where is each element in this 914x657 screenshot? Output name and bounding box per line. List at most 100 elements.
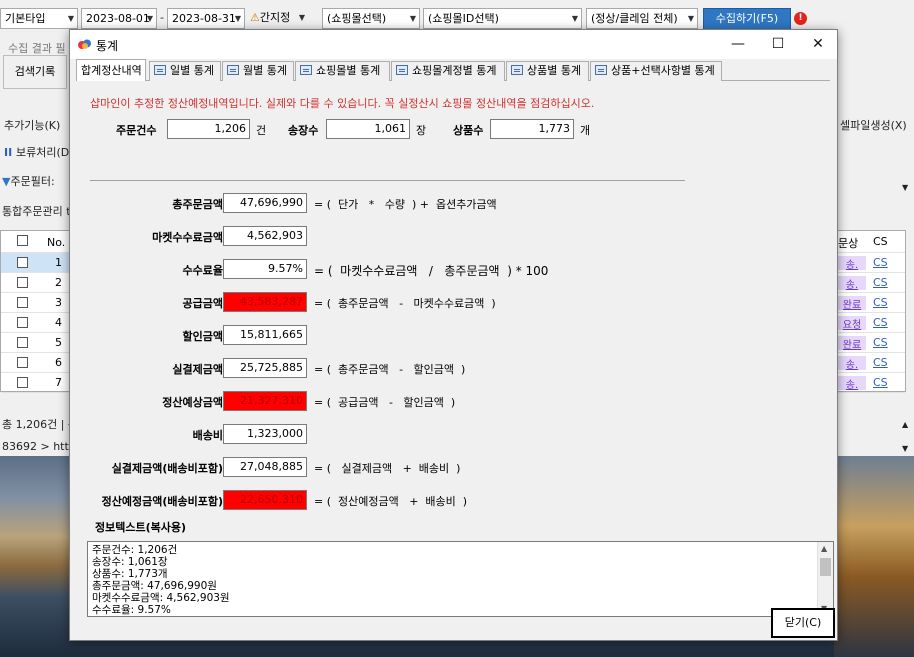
period-select[interactable]: ⚠간지정 ▼ xyxy=(246,8,308,29)
row-status[interactable]: 송. xyxy=(838,276,866,291)
table-row[interactable]: 5 xyxy=(1,333,69,353)
row-checkbox[interactable] xyxy=(17,317,28,328)
table-row[interactable]: 7 xyxy=(1,373,69,393)
tab-label: 상품+선택사항별 통계 xyxy=(611,64,715,77)
tab-mall-stats[interactable]: 쇼핑몰별 통계 xyxy=(295,61,390,81)
row-cs-link[interactable]: CS xyxy=(873,376,888,389)
shopping-mall-id-select[interactable]: (쇼핑몰ID선택) ▼ xyxy=(423,8,582,29)
date-from-field[interactable]: 2023-08-01 ▼ xyxy=(81,8,157,29)
order-count-label: 주문건수 xyxy=(116,124,157,137)
search-history-button[interactable]: 검색기록 xyxy=(3,55,67,89)
calc-row-value[interactable]: 47,696,990 xyxy=(223,193,307,213)
row-status[interactable]: 송. xyxy=(838,376,866,391)
tab-daily-stats[interactable]: 일별 통계 xyxy=(149,61,221,81)
calc-row-value[interactable]: 21,327,310 xyxy=(223,391,307,411)
close-button[interactable]: 닫기(C) xyxy=(771,608,835,638)
row-status[interactable]: 요청 xyxy=(838,316,866,331)
alert-icon[interactable]: ! xyxy=(794,12,807,25)
table-row[interactable]: 4 xyxy=(1,313,69,333)
date-to-field[interactable]: 2023-08-31 ▼ xyxy=(167,8,245,29)
hold-process-button[interactable]: II 보류처리(D xyxy=(4,144,69,160)
shopping-mall-select[interactable]: (쇼핑몰선택) ▼ xyxy=(322,8,420,29)
pause-icon: II xyxy=(4,146,17,159)
info-scrollbar[interactable]: ▲ ▼ xyxy=(817,542,833,616)
table-row[interactable]: 2 xyxy=(1,273,69,293)
scroll-up-icon[interactable]: ▲ xyxy=(902,420,908,429)
minimize-button[interactable]: — xyxy=(718,30,758,59)
tab-product-option-stats[interactable]: 상품+선택사항별 통계 xyxy=(590,61,722,81)
chevron-down-icon: ▼ xyxy=(67,14,74,23)
scroll-down-icon[interactable]: ▼ xyxy=(902,444,908,453)
order-count-unit: 건 xyxy=(256,124,267,137)
row-checkbox[interactable] xyxy=(17,277,28,288)
calc-row-value[interactable]: 4,562,903 xyxy=(223,226,307,246)
row-checkbox[interactable] xyxy=(17,357,28,368)
select-all-checkbox[interactable] xyxy=(17,235,28,246)
table-row[interactable]: 1 xyxy=(1,253,69,273)
claim-status-select[interactable]: (정상/클레임 전체) ▼ xyxy=(586,8,698,29)
row-cs-link[interactable]: CS xyxy=(873,356,888,369)
calc-row-value[interactable]: 43,583,287 xyxy=(223,292,307,312)
row-cs-link[interactable]: CS xyxy=(873,316,888,329)
table-row[interactable]: 송. CS xyxy=(836,253,905,273)
tab-monthly-stats[interactable]: 월별 통계 xyxy=(222,61,294,81)
row-cs-link[interactable]: CS xyxy=(873,336,888,349)
info-text-content[interactable]: 주문건수: 1,206건 송장수: 1,061장 상품수: 1,773개 총주문금액:… xyxy=(92,544,230,616)
extra-features-menu[interactable]: 추가기능(K) xyxy=(4,117,60,133)
row-number: 7 xyxy=(55,376,62,389)
grid-right-rows: 송. CS 송. CS 완료 CS 요청 CS 완료 CS 송. CS 송. CS xyxy=(836,253,905,393)
calc-row-formula: = ( 단가 * 수량 ) + 옵션추가금액 xyxy=(314,198,497,211)
maximize-button[interactable]: ☐ xyxy=(758,30,798,59)
scroll-down-icon[interactable]: ▼ xyxy=(902,183,908,192)
row-checkbox[interactable] xyxy=(17,337,28,348)
info-text-area[interactable]: 주문건수: 1,206건 송장수: 1,061장 상품수: 1,773개 총주문금액:… xyxy=(87,541,834,617)
calc-row-value[interactable]: 15,811,665 xyxy=(223,325,307,345)
calendar-dropdown-icon: ▼ xyxy=(234,14,241,23)
excel-generate-button[interactable]: 셀파일생성(X) xyxy=(840,117,907,133)
row-checkbox[interactable] xyxy=(17,377,28,388)
row-status[interactable]: 완료 xyxy=(838,296,866,311)
calc-row-value[interactable]: 25,725,885 xyxy=(223,358,307,378)
table-row[interactable]: 3 xyxy=(1,293,69,313)
grid-rows: 1 2 3 4 5 6 7 xyxy=(1,253,69,393)
date-type-select[interactable]: 기본타입 ▼ xyxy=(0,8,78,29)
tab-mall-account-stats[interactable]: 쇼핑몰계정별 통계 xyxy=(391,61,505,81)
row-cs-link[interactable]: CS xyxy=(873,276,888,289)
row-checkbox[interactable] xyxy=(17,297,28,308)
calc-row-value[interactable]: 22,650,310 xyxy=(223,490,307,510)
invoice-count-label: 송장수 xyxy=(288,124,319,137)
calc-row-label: 공급금액 xyxy=(182,297,223,310)
table-row[interactable]: 완료 CS xyxy=(836,333,905,353)
dialog-titlebar[interactable]: 통계 — ☐ ✕ xyxy=(70,30,837,59)
calc-row-formula: = ( 실결제금액 + 배송비 ) xyxy=(314,462,461,475)
table-row[interactable]: 완료 CS xyxy=(836,293,905,313)
invoice-count-field[interactable]: 1,061 xyxy=(326,119,410,139)
row-number: 3 xyxy=(55,296,62,309)
shopping-mall-value: (쇼핑몰선택) xyxy=(327,12,387,25)
table-row[interactable]: 6 xyxy=(1,353,69,373)
close-window-button[interactable]: ✕ xyxy=(798,30,838,59)
row-cs-link[interactable]: CS xyxy=(873,256,888,269)
scroll-up-icon[interactable]: ▲ xyxy=(821,544,827,553)
product-count-field[interactable]: 1,773 xyxy=(490,119,574,139)
grid-right-header: 문상 CS xyxy=(836,231,905,253)
tab-total-settlement[interactable]: 합계정산내역 xyxy=(76,59,146,82)
grid-header: No. xyxy=(1,231,69,253)
table-row[interactable]: 송. CS xyxy=(836,353,905,373)
row-checkbox[interactable] xyxy=(17,257,28,268)
table-row[interactable]: 요청 CS xyxy=(836,313,905,333)
tab-product-stats[interactable]: 상품별 통계 xyxy=(506,61,589,81)
calc-row-value[interactable]: 1,323,000 xyxy=(223,424,307,444)
period-select-value: 간지정 xyxy=(259,11,291,24)
row-cs-link[interactable]: CS xyxy=(873,296,888,309)
order-count-field[interactable]: 1,206 xyxy=(167,119,250,139)
calc-row-value[interactable]: 27,048,885 xyxy=(223,457,307,477)
row-status[interactable]: 송. xyxy=(838,356,866,371)
scroll-thumb[interactable] xyxy=(820,558,831,576)
calc-row-value[interactable]: 9.57% xyxy=(223,259,307,279)
table-row[interactable]: 송. CS xyxy=(836,273,905,293)
row-status[interactable]: 송. xyxy=(838,256,866,271)
collect-button[interactable]: 수집하기(F5) xyxy=(703,8,791,30)
table-row[interactable]: 송. CS xyxy=(836,373,905,393)
row-status[interactable]: 완료 xyxy=(838,336,866,351)
